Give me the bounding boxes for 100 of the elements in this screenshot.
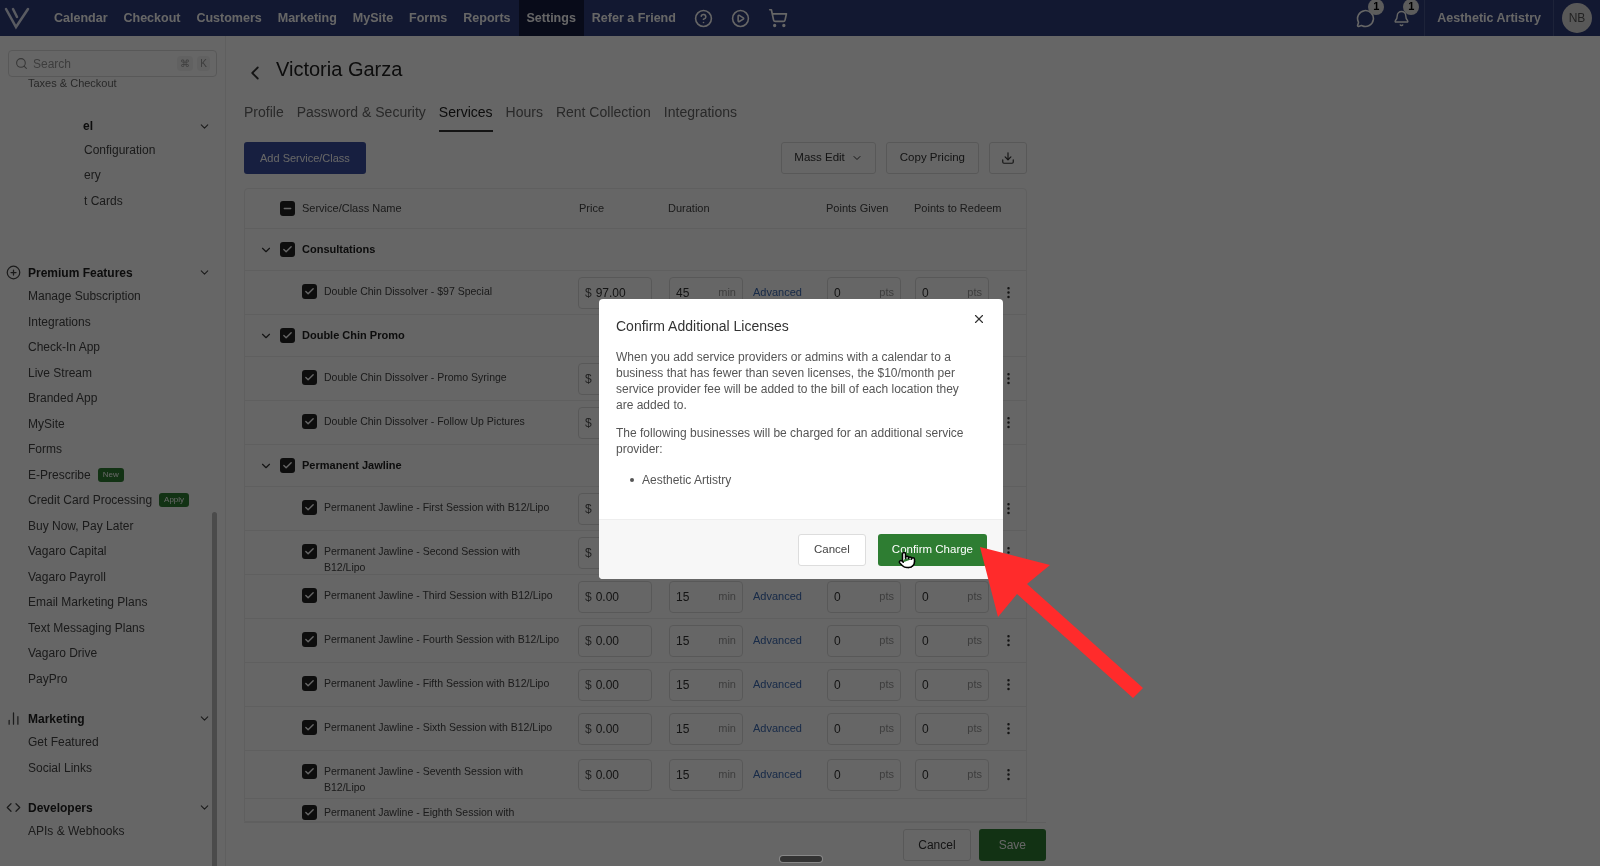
sidebar-item[interactable]: PayPro bbox=[28, 669, 68, 688]
sidebar-item[interactable]: Manage Subscription bbox=[28, 287, 141, 306]
field-value: 0 bbox=[834, 720, 841, 738]
field-value: 0 bbox=[834, 588, 841, 606]
input-field[interactable]: $ 0.00 bbox=[578, 758, 652, 791]
sidebar-item[interactable]: E-Prescribe bbox=[28, 465, 91, 484]
field-value: 45 bbox=[676, 284, 690, 302]
shortcut-key: ⌘ bbox=[177, 56, 194, 71]
sidebar-item[interactable]: t Cards bbox=[84, 191, 123, 210]
cancel-button[interactable]: Cancel bbox=[798, 533, 866, 566]
column-header: Price bbox=[579, 201, 606, 217]
chat-icon[interactable] bbox=[1356, 8, 1376, 28]
download-button[interactable] bbox=[989, 142, 1027, 174]
sidebar-item[interactable]: APIs & Webhooks bbox=[28, 822, 125, 841]
input-field[interactable]: $ 0.00 bbox=[578, 580, 652, 613]
checkbox[interactable] bbox=[280, 201, 295, 216]
business-switcher[interactable]: Aesthetic Artistry bbox=[1424, 0, 1554, 36]
bar-chart-icon bbox=[6, 711, 21, 726]
column-header: Duration bbox=[668, 201, 711, 217]
close-icon[interactable] bbox=[972, 312, 986, 326]
save-button[interactable]: Save bbox=[978, 828, 1046, 861]
check-icon bbox=[282, 330, 293, 341]
sidebar-item[interactable]: Vagaro Drive bbox=[28, 644, 98, 663]
field-value: 15 bbox=[676, 720, 690, 738]
sidebar-item[interactable]: Vagaro Capital bbox=[28, 542, 107, 561]
sidebar-section-header[interactable]: Premium Features bbox=[0, 261, 225, 284]
currency-label: $ bbox=[585, 370, 592, 388]
sidebar-item[interactable]: Live Stream bbox=[28, 363, 93, 382]
checkbox[interactable] bbox=[302, 676, 317, 691]
advanced-link[interactable]: Advanced bbox=[753, 676, 827, 693]
tab[interactable]: Rent Collection bbox=[555, 102, 651, 132]
check-icon bbox=[282, 460, 293, 471]
sidebar-item[interactable]: Social Links bbox=[28, 758, 93, 777]
confirm-charge-button[interactable]: Confirm Charge bbox=[877, 533, 987, 566]
field-value: 0 bbox=[922, 676, 929, 694]
input-field[interactable]: $ 0.00 bbox=[578, 668, 652, 701]
sidebar-item[interactable]: Integrations bbox=[28, 312, 91, 331]
field-value: 0 bbox=[922, 632, 929, 650]
sidebar-item[interactable]: Email Marketing Plans bbox=[28, 593, 148, 612]
sidebar-item[interactable]: ery bbox=[84, 166, 101, 185]
nav-item[interactable]: Settings bbox=[518, 0, 584, 36]
checkbox[interactable] bbox=[302, 720, 317, 735]
advanced-link[interactable]: Advanced bbox=[753, 632, 827, 649]
advanced-link[interactable]: Advanced bbox=[753, 766, 827, 783]
currency-label: $ bbox=[585, 766, 592, 784]
field-value: 0.00 bbox=[595, 720, 620, 738]
tab[interactable]: Integrations bbox=[663, 102, 737, 132]
input-field[interactable]: $ 0.00 bbox=[578, 624, 652, 657]
sidebar-item[interactable]: Check-In App bbox=[28, 338, 101, 357]
checkbox[interactable] bbox=[302, 370, 317, 385]
checkbox[interactable] bbox=[302, 544, 317, 559]
sidebar-item[interactable]: Branded App bbox=[28, 389, 98, 408]
advanced-link[interactable]: Advanced bbox=[753, 588, 827, 605]
page-title: Victoria Garza bbox=[276, 57, 403, 82]
sidebar-item[interactable]: Credit Card Processing bbox=[28, 491, 153, 510]
column-header: Points to Redeem bbox=[914, 201, 1002, 217]
sidebar-item[interactable]: Buy Now, Pay Later bbox=[28, 516, 134, 535]
tab[interactable]: Password & Security bbox=[296, 102, 426, 132]
play-icon[interactable] bbox=[730, 8, 750, 28]
sidebar-item[interactable]: MySite bbox=[28, 414, 65, 433]
sidebar-section-header[interactable]: el bbox=[0, 115, 225, 137]
add-service-button[interactable]: Add Service/Class bbox=[244, 142, 366, 174]
checkbox[interactable] bbox=[302, 588, 317, 603]
field-value: 15 bbox=[676, 766, 690, 784]
checkbox[interactable] bbox=[302, 764, 317, 779]
tab[interactable]: Profile bbox=[244, 102, 284, 132]
advanced-link[interactable]: Advanced bbox=[753, 720, 827, 737]
help-icon[interactable] bbox=[693, 8, 713, 28]
service-name: Permanent Jawline - Second Session with B12/Lipo bbox=[324, 544, 522, 575]
checkbox[interactable] bbox=[280, 328, 295, 343]
advanced-link[interactable]: Advanced bbox=[753, 284, 827, 301]
sidebar-item[interactable]: Get Featured bbox=[28, 733, 99, 752]
field-value: 15 bbox=[676, 588, 690, 606]
check-icon bbox=[282, 244, 293, 255]
copy-pricing-button[interactable]: Copy Pricing bbox=[885, 142, 979, 174]
mass-edit-button[interactable]: Mass Edit bbox=[781, 142, 876, 174]
service-name: Permanent Jawline - Eighth Session with bbox=[324, 805, 516, 820]
sidebar-item[interactable]: Forms bbox=[28, 440, 62, 459]
download-icon bbox=[1001, 151, 1015, 165]
bullet-icon bbox=[630, 478, 634, 482]
cart-icon[interactable] bbox=[767, 8, 788, 28]
checkbox[interactable] bbox=[302, 805, 317, 820]
check-icon bbox=[304, 416, 315, 427]
checkbox[interactable] bbox=[302, 414, 317, 429]
checkbox[interactable] bbox=[302, 284, 317, 299]
sidebar-item[interactable]: Taxes & Checkout bbox=[28, 77, 225, 93]
cancel-button[interactable]: Cancel bbox=[903, 828, 971, 861]
tab[interactable]: Hours bbox=[505, 102, 543, 132]
sidebar-item[interactable]: Text Messaging Plans bbox=[28, 618, 145, 637]
checkbox[interactable] bbox=[280, 458, 295, 473]
field-value: 0 bbox=[922, 766, 929, 784]
tab[interactable]: Services bbox=[438, 102, 493, 132]
sidebar-item[interactable]: Vagaro Payroll bbox=[28, 567, 106, 586]
dialog-text: The following businesses will be charged for an additional service provider: bbox=[616, 425, 965, 457]
sidebar-item[interactable]: Configuration bbox=[84, 140, 156, 159]
input-field[interactable]: $ 0.00 bbox=[578, 712, 652, 745]
checkbox[interactable] bbox=[280, 242, 295, 257]
checkbox[interactable] bbox=[302, 632, 317, 647]
bell-icon[interactable] bbox=[1393, 9, 1411, 27]
checkbox[interactable] bbox=[302, 500, 317, 515]
